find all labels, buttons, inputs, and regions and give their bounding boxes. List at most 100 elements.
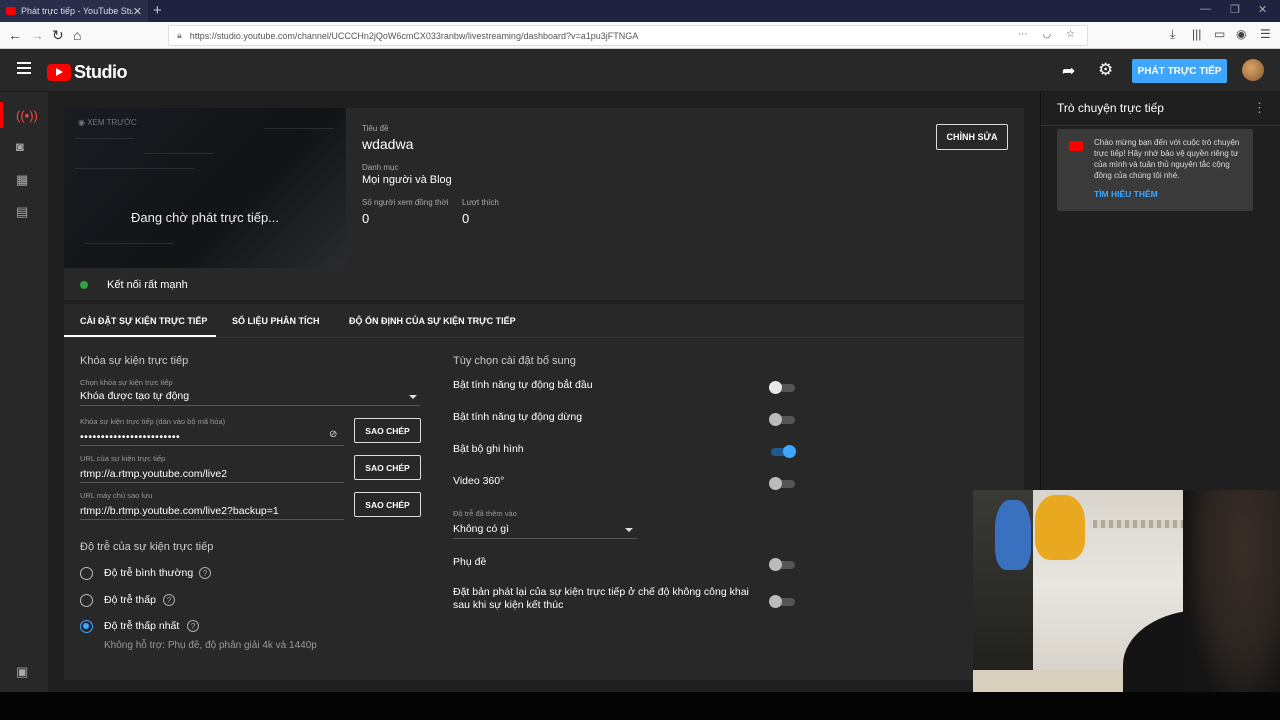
dvr-toggle[interactable]	[771, 445, 796, 458]
stream-url-field[interactable]: rtmp://a.rtmp.youtube.com/live2	[80, 468, 227, 480]
copy-url-button[interactable]: SAO CHÉP	[354, 455, 421, 480]
tab-title: Phát trực tiếp - YouTube Studio	[21, 6, 133, 16]
auto-stop-toggle[interactable]	[769, 413, 795, 426]
calendar-icon[interactable]: ▦	[16, 172, 28, 188]
backup-url-field[interactable]: rtmp://b.rtmp.youtube.com/live2?backup=1	[80, 505, 279, 517]
eye-off-icon[interactable]: ⊘	[329, 429, 337, 440]
title-label: Tiêu đề	[362, 124, 389, 133]
latency-ultra-low-radio[interactable]	[80, 620, 93, 633]
latency-low-radio[interactable]	[80, 594, 93, 607]
browser-toolbar: ← → ↻ ⌂ 🔒︎ https://studio.youtube.com/ch…	[0, 22, 1280, 49]
latency-ultra-low-label[interactable]: Độ trễ thấp nhất	[104, 620, 179, 632]
status-dot-icon	[80, 281, 88, 289]
backup-url-underline	[80, 519, 344, 520]
backup-url-label: URL máy chủ sao lưu	[80, 491, 153, 500]
stream-key-title: Khóa sự kiện trực tiếp	[80, 355, 189, 367]
preview-detail-line	[74, 138, 134, 139]
edit-button[interactable]: CHỈNH SỬA	[936, 124, 1008, 150]
preview-label: ◉ XEM TRƯỚC	[78, 118, 137, 127]
stream-url-underline	[80, 482, 344, 483]
stream-key-label: Khóa sự kiện trực tiếp (dán vào bộ mã hó…	[80, 417, 226, 426]
avatar[interactable]	[1242, 59, 1264, 81]
help-icon[interactable]: ?	[187, 620, 199, 632]
left-rail: ((•)) ◙ ▦ ▤ ▣	[0, 92, 48, 692]
menu-icon[interactable]: ☰	[1260, 27, 1271, 41]
unlisted-label-line2: sau khi sự kiện kết thúc	[453, 599, 564, 611]
hamburger-menu-icon[interactable]	[17, 62, 31, 77]
delay-value[interactable]: Không có gì	[453, 523, 509, 535]
manage-icon[interactable]: ▤	[16, 204, 28, 220]
auto-start-label: Bật tính năng tự động bắt đầu	[453, 379, 593, 391]
minimize-icon[interactable]: —	[1200, 3, 1211, 15]
auto-start-toggle[interactable]	[769, 381, 795, 394]
stream-icon[interactable]: ((•))	[16, 108, 38, 123]
viewers-count: 0	[362, 211, 370, 226]
tab-stream-settings[interactable]: CÀI ĐẶT SỰ KIỆN TRỰC TIẾP	[80, 316, 207, 326]
unlisted-toggle[interactable]	[769, 595, 795, 608]
feedback-icon[interactable]: ▣	[16, 664, 28, 680]
reload-icon[interactable]: ↻	[52, 27, 64, 44]
settings-tabs: CÀI ĐẶT SỰ KIỆN TRỰC TIẾP SỐ LIỆU PHÂN T…	[64, 304, 1024, 338]
go-live-button[interactable]: PHÁT TRỰC TIẾP	[1132, 59, 1227, 83]
address-bar[interactable]: 🔒︎ https://studio.youtube.com/channel/UC…	[168, 25, 1088, 46]
share-icon[interactable]: ➦	[1062, 61, 1075, 81]
latency-low-label[interactable]: Độ trễ thấp	[104, 594, 156, 606]
sidebar-icon[interactable]: ▭	[1214, 27, 1225, 41]
new-tab-icon[interactable]: +	[153, 2, 162, 19]
copy-backup-button[interactable]: SAO CHÉP	[354, 492, 421, 517]
additional-settings-title: Tùy chọn cài đặt bổ sung	[453, 355, 576, 367]
browser-tab[interactable]: Phát trực tiếp - YouTube Studio ✕	[0, 0, 148, 22]
likes-label: Lượt thích	[462, 198, 499, 207]
address-url: https://studio.youtube.com/channel/UCCCH…	[189, 30, 639, 41]
restore-icon[interactable]: ❐	[1230, 3, 1240, 16]
library-icon[interactable]: |||	[1192, 27, 1201, 41]
chevron-down-icon[interactable]	[409, 395, 417, 399]
close-window-icon[interactable]: ✕	[1258, 3, 1267, 16]
home-icon[interactable]: ⌂	[73, 27, 81, 43]
select-key-value[interactable]: Khóa được tạo tự động	[80, 390, 189, 402]
tab-stream-health[interactable]: ĐỘ ỔN ĐỊNH CỦA SỰ KIỆN TRỰC TIẾP	[349, 316, 516, 326]
welcome-text: Chào mừng bạn đến với cuộc trò chuyện tr…	[1094, 138, 1240, 180]
account-icon[interactable]: ◉	[1236, 27, 1246, 41]
active-tab-underline	[64, 335, 216, 337]
studio-header: Studio ➦ ⚙ PHÁT TRỰC TIẾP	[0, 49, 1280, 92]
youtube-studio-logo[interactable]: Studio	[47, 62, 128, 83]
gear-icon[interactable]: ⚙	[1098, 60, 1113, 80]
page-actions-icon[interactable]: ⋯ ◡ ☆	[1018, 29, 1081, 40]
captions-toggle[interactable]	[769, 558, 795, 571]
more-vert-icon[interactable]: ⋮	[1253, 100, 1266, 116]
stream-url-label: URL của sự kiện trực tiếp	[80, 454, 166, 463]
chat-welcome-message: Chào mừng bạn đến với cuộc trò chuyện tr…	[1057, 129, 1253, 211]
close-tab-icon[interactable]: ✕	[133, 5, 142, 18]
stream-key-field[interactable]: ••••••••••••••••••••••••	[80, 431, 180, 443]
youtube-favicon-icon	[6, 7, 16, 15]
connection-status: Kết nối rất mạnh	[80, 279, 188, 291]
preview-detail-line	[144, 153, 214, 154]
download-icon[interactable]: ⤓	[1170, 27, 1175, 42]
help-icon[interactable]: ?	[199, 567, 211, 579]
preview-detail-line	[84, 243, 174, 244]
lock-icon: 🔒︎	[177, 30, 182, 40]
latency-normal-label[interactable]: Độ trễ bình thường	[104, 567, 193, 579]
tab-analytics[interactable]: SỐ LIỆU PHÂN TÍCH	[232, 316, 320, 326]
camera-icon[interactable]: ◙	[16, 139, 24, 154]
copy-key-button[interactable]: SAO CHÉP	[354, 418, 421, 443]
browser-tab-bar: Phát trực tiếp - YouTube Studio ✕ + — ❐ …	[0, 0, 1280, 22]
forward-icon[interactable]: →	[30, 27, 44, 43]
learn-more-link[interactable]: TÌM HIỂU THÊM	[1094, 189, 1158, 199]
chevron-down-icon[interactable]	[625, 528, 633, 532]
back-icon[interactable]: ←	[8, 27, 22, 43]
select-key-label: Chọn khóa sự kiện trực tiếp	[80, 378, 173, 387]
toggle-knob	[769, 595, 782, 608]
webcam-tile-border	[1093, 520, 1193, 528]
webcam-person	[1183, 490, 1280, 720]
active-indicator	[0, 102, 3, 128]
video-360-toggle[interactable]	[769, 477, 795, 490]
help-icon[interactable]: ?	[163, 594, 175, 606]
delay-label: Độ trễ đã thêm vào	[453, 509, 517, 518]
toggle-knob	[769, 477, 782, 490]
latency-normal-radio[interactable]	[80, 567, 93, 580]
toggle-knob	[769, 558, 782, 571]
select-key-underline	[80, 405, 420, 406]
unlisted-label-line1: Đặt bản phát lại của sự kiện trực tiếp ở…	[453, 586, 749, 598]
